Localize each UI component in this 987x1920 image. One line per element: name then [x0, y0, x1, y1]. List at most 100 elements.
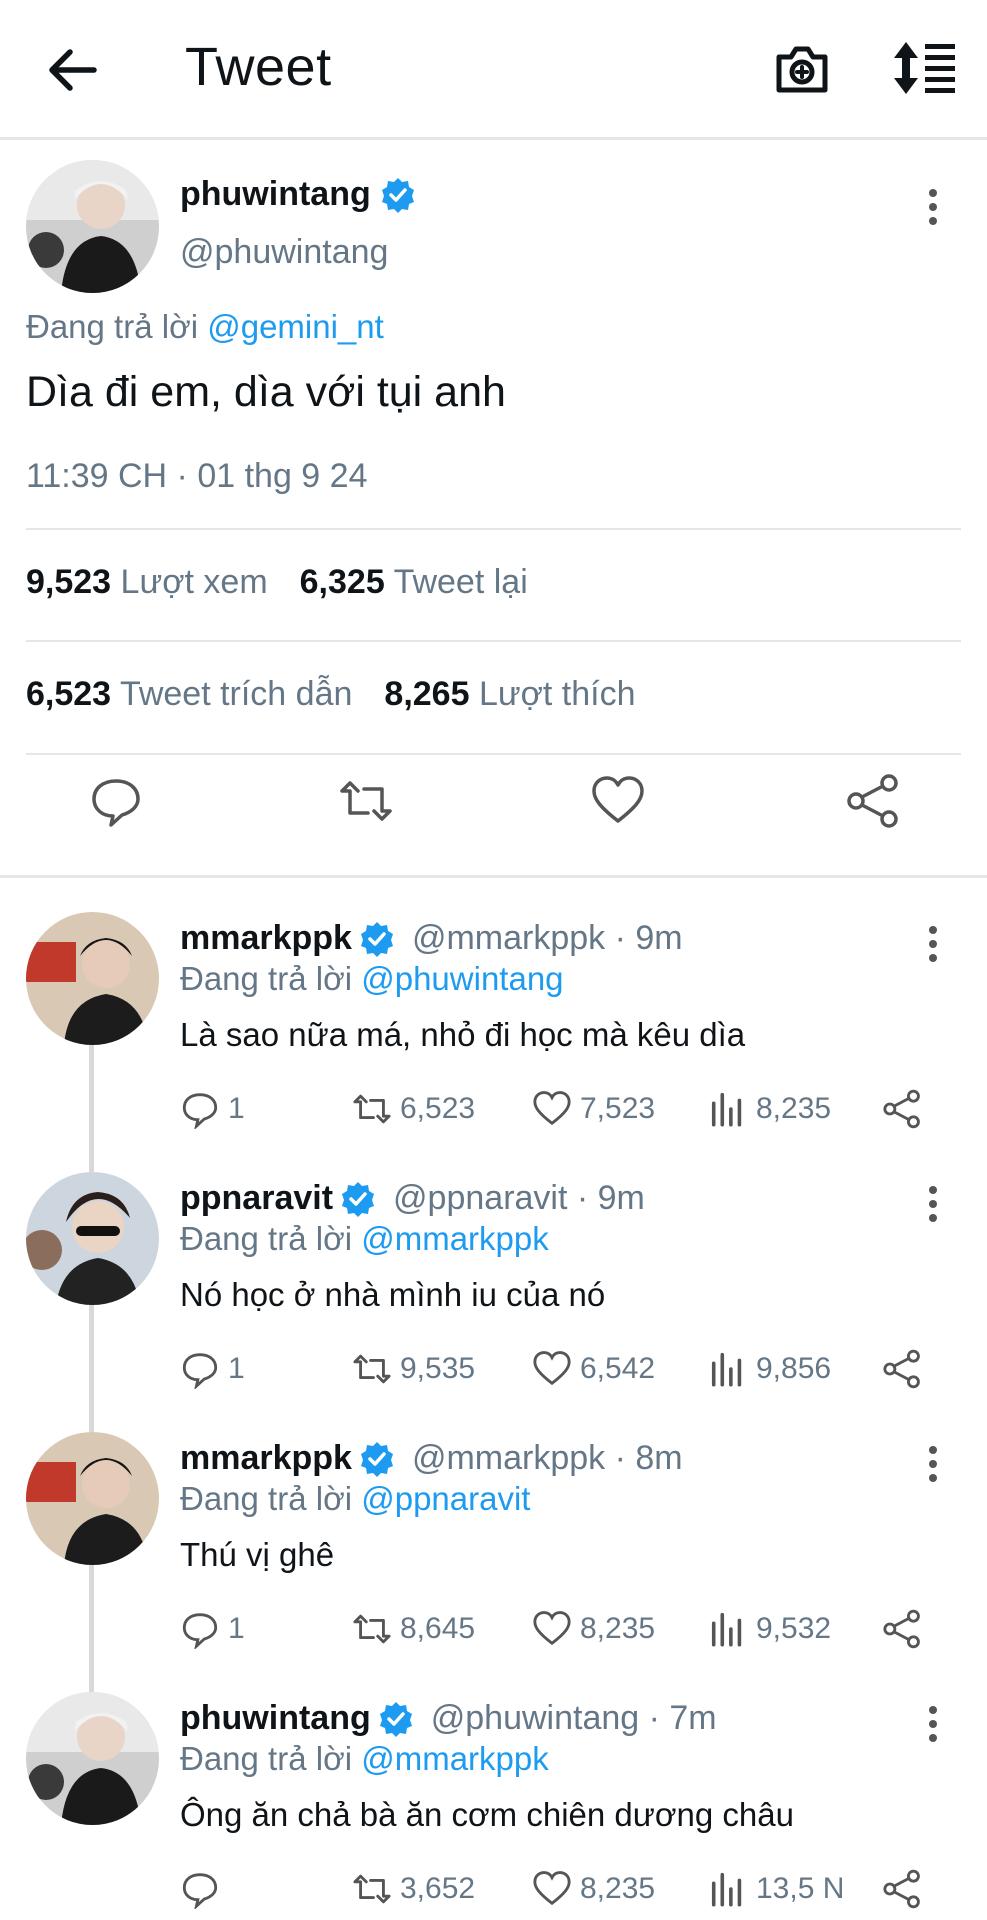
reply-button[interactable]: 1	[180, 1084, 245, 1134]
reply-context: Đang trả lời @gemini_nt	[26, 308, 384, 345]
more-options-icon[interactable]	[918, 922, 948, 966]
reply-icon	[182, 1873, 218, 1909]
like-icon[interactable]	[590, 773, 646, 829]
share-icon	[883, 1869, 920, 1909]
reply-context: Đang trả lời @mmarkppk	[180, 1740, 549, 1777]
author-handle[interactable]: @mmarkppk · 9m	[412, 919, 683, 958]
avatar[interactable]	[26, 912, 159, 1045]
tweet-action-bar: 1 9,535 6,542 9,856	[180, 1344, 940, 1394]
views-button[interactable]: 8,235	[708, 1084, 831, 1134]
more-options-icon[interactable]	[918, 1702, 948, 1746]
camera-plus-icon[interactable]	[773, 40, 831, 98]
avatar[interactable]	[26, 1692, 159, 1825]
retweet-icon	[353, 1874, 391, 1904]
reply-tweet[interactable]: mmarkppk @mmarkppk · 8m Đang trả lời @pp…	[0, 1432, 987, 1692]
back-arrow-icon[interactable]	[40, 38, 104, 102]
author-name[interactable]: phuwintang	[180, 175, 417, 214]
reply-to-link[interactable]: @gemini_nt	[207, 308, 384, 345]
like-button[interactable]: 8,235	[532, 1604, 655, 1654]
retweet-button[interactable]: 3,652	[352, 1864, 475, 1914]
divider	[26, 640, 961, 642]
reply-tweet[interactable]: ppnaravit @ppnaravit · 9m Đang trả lời @…	[0, 1172, 987, 1432]
share-button[interactable]	[882, 1604, 922, 1654]
views-button[interactable]: 13,5 N	[708, 1864, 844, 1914]
like-icon	[533, 1611, 571, 1646]
reply-to-link[interactable]: @mmarkppk	[361, 1740, 549, 1777]
thread-line	[89, 1305, 94, 1432]
reply-tweet[interactable]: mmarkppk @mmarkppk · 9m Đang trả lời @ph…	[0, 912, 987, 1172]
retweet-button[interactable]: 6,523	[352, 1084, 475, 1134]
more-options-icon[interactable]	[918, 1442, 948, 1486]
reply-icon	[182, 1353, 218, 1389]
avatar[interactable]	[26, 1432, 159, 1565]
views-chart-icon	[711, 1872, 742, 1907]
views-button[interactable]: 9,856	[708, 1344, 831, 1394]
share-button[interactable]	[882, 1864, 922, 1914]
views-stat[interactable]: 9,523 Lượt xem	[26, 563, 268, 602]
divider	[26, 753, 961, 755]
reply-tweet[interactable]: phuwintang @phuwintang · 7m Đang trả lời…	[0, 1692, 987, 1920]
author-handle[interactable]: @ppnaravit · 9m	[393, 1179, 645, 1218]
reply-header: mmarkppk @mmarkppk · 9m	[180, 919, 683, 958]
tweet-action-bar: 3,652 8,235 13,5 N	[180, 1864, 940, 1914]
author-name[interactable]: ppnaravit	[180, 1179, 333, 1218]
verified-badge-icon	[342, 1181, 375, 1217]
reply-button[interactable]: 1	[180, 1344, 245, 1394]
author-name[interactable]: mmarkppk	[180, 919, 352, 958]
retweet-icon	[353, 1614, 391, 1644]
quotes-stat[interactable]: 6,523 Tweet trích dẫn	[26, 675, 352, 714]
retweet-button[interactable]: 8,645	[352, 1604, 475, 1654]
reply-to-link[interactable]: @mmarkppk	[361, 1220, 549, 1257]
author-name[interactable]: mmarkppk	[180, 1439, 352, 1478]
page-title: Tweet	[185, 37, 332, 97]
main-tweet: phuwintang @phuwintang Đang trả lời @gem…	[0, 143, 987, 878]
reply-button[interactable]: 1	[180, 1604, 245, 1654]
avatar[interactable]	[26, 160, 159, 293]
tweet-action-bar	[0, 773, 987, 843]
more-options-icon[interactable]	[918, 185, 948, 229]
more-options-icon[interactable]	[918, 1182, 948, 1226]
reply-icon	[182, 1093, 218, 1129]
tweet-text: Thú vị ghê	[180, 1536, 335, 1573]
sort-icon[interactable]	[893, 40, 957, 96]
thread-line	[89, 1565, 94, 1692]
retweet-button[interactable]: 9,535	[352, 1344, 475, 1394]
like-icon	[533, 1351, 571, 1386]
tweet-action-bar: 1 6,523 7,523 8,235	[180, 1084, 940, 1134]
share-button[interactable]	[882, 1084, 922, 1134]
share-icon[interactable]	[845, 773, 901, 829]
reply-context: Đang trả lời @mmarkppk	[180, 1220, 549, 1257]
like-button[interactable]: 6,542	[532, 1344, 655, 1394]
like-button[interactable]: 7,523	[532, 1084, 655, 1134]
author-name[interactable]: phuwintang	[180, 1699, 371, 1738]
author-handle[interactable]: @phuwintang · 7m	[431, 1699, 717, 1738]
retweet-icon[interactable]	[338, 773, 394, 829]
reply-context: Đang trả lời @ppnaravit	[180, 1480, 531, 1517]
stats-row-quotes-likes: 6,523 Tweet trích dẫn 8,265 Lượt thích	[26, 675, 636, 714]
avatar[interactable]	[26, 1172, 159, 1305]
share-icon	[883, 1349, 920, 1389]
tweet-text: Ông ăn chả bà ăn cơm chiên dương châu	[180, 1796, 794, 1833]
author-handle[interactable]: @phuwintang	[180, 233, 388, 272]
views-button[interactable]: 9,532	[708, 1604, 831, 1654]
views-chart-icon	[711, 1612, 742, 1647]
reply-to-link[interactable]: @phuwintang	[361, 960, 563, 997]
reply-button[interactable]	[180, 1864, 228, 1914]
reply-icon[interactable]	[88, 773, 144, 829]
reply-header: phuwintang @phuwintang · 7m	[180, 1699, 717, 1738]
verified-badge-icon	[360, 921, 393, 957]
like-button[interactable]: 8,235	[532, 1864, 655, 1914]
thread-line	[89, 1045, 94, 1172]
share-button[interactable]	[882, 1344, 922, 1394]
author-handle[interactable]: @mmarkppk · 8m	[412, 1439, 683, 1478]
reply-context: Đang trả lời @phuwintang	[180, 960, 564, 997]
tweet-timestamp: 11:39 CH · 01 thg 9 24	[26, 457, 368, 495]
top-app-bar: Tweet	[0, 0, 987, 140]
reply-to-link[interactable]: @ppnaravit	[361, 1480, 530, 1517]
divider	[26, 528, 961, 530]
likes-stat[interactable]: 8,265 Lượt thích	[384, 675, 635, 714]
verified-badge-icon	[360, 1441, 393, 1477]
retweets-stat[interactable]: 6,325 Tweet lại	[300, 563, 528, 602]
tweet-text: Dìa đi em, dìa với tụi anh	[26, 368, 506, 416]
tweet-action-bar: 1 8,645 8,235 9,532	[180, 1604, 940, 1654]
